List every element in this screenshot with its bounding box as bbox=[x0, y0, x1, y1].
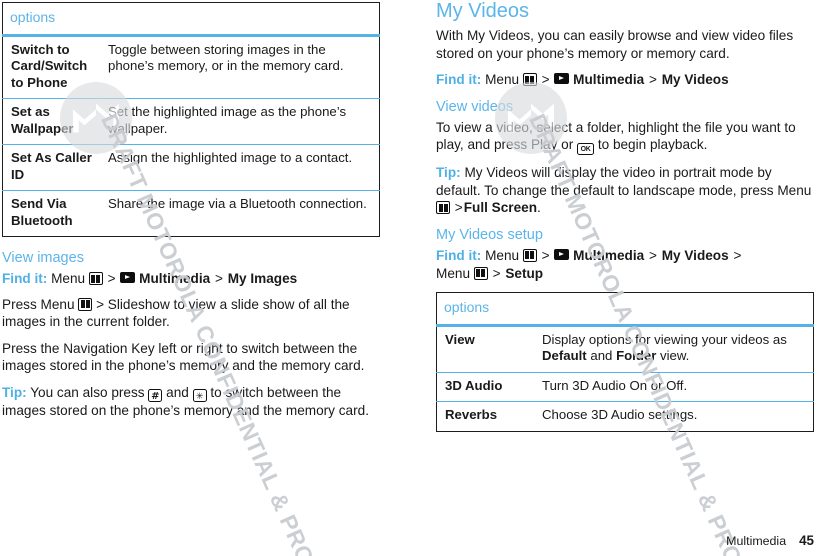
tip-label: Tip: bbox=[2, 384, 27, 400]
view-videos-paragraph: To view a video, select a folder, highli… bbox=[436, 119, 816, 156]
find-it-target: My Images bbox=[227, 271, 298, 286]
slideshow-paragraph: Press Menu > Slideshow to view a slide s… bbox=[2, 296, 382, 331]
find-it-label: Find it: bbox=[436, 247, 482, 263]
find-it-menu-word: Menu bbox=[485, 247, 520, 263]
breadcrumb-separator: > bbox=[454, 200, 463, 216]
find-it-target: My Videos bbox=[661, 72, 729, 88]
find-it-target: My Videos bbox=[661, 247, 729, 263]
option-desc-b: and bbox=[590, 348, 613, 364]
breadcrumb-separator: > bbox=[107, 271, 116, 286]
breadcrumb-separator: > bbox=[541, 72, 550, 88]
find-it-multimedia: Multimedia bbox=[573, 247, 645, 263]
tip-text-c: . bbox=[537, 200, 541, 216]
my-videos-options-table: options View Display options for viewing… bbox=[436, 292, 814, 432]
menu-key-icon bbox=[436, 201, 450, 215]
my-videos-setup-heading: My Videos setup bbox=[436, 226, 543, 243]
find-it-menu-word: Menu bbox=[485, 72, 520, 88]
option-description: Display options for viewing your videos … bbox=[539, 325, 814, 372]
find-it-my-videos-setup: Find it: Menu > Multimedia > My Videos >… bbox=[436, 247, 816, 282]
navigation-key-paragraph: Press the Navigation Key left or right t… bbox=[2, 340, 365, 374]
find-it-setup: Setup bbox=[505, 265, 544, 281]
find-it-label: Find it: bbox=[2, 271, 48, 286]
view-videos-heading: View videos bbox=[436, 98, 514, 115]
table-row: Reverbs Choose 3D Audio settings. bbox=[436, 401, 814, 432]
breadcrumb-separator: > bbox=[648, 247, 657, 263]
view-videos-tip: Tip: My Videos will display the video in… bbox=[436, 164, 816, 217]
table-header-row: options bbox=[2, 2, 380, 37]
footer-page-number: 45 bbox=[799, 533, 814, 548]
option-description: Toggle between storing images in the pho… bbox=[108, 41, 344, 74]
multimedia-play-icon bbox=[120, 272, 136, 283]
multimedia-play-icon bbox=[554, 248, 570, 260]
find-it-my-videos: Find it: Menu > Multimedia > My Videos bbox=[436, 71, 816, 89]
slideshow-text-a: Press Menu bbox=[2, 296, 75, 312]
breadcrumb-separator: > bbox=[492, 265, 501, 281]
find-it-multimedia: Multimedia bbox=[139, 271, 211, 286]
table-header-row: options bbox=[436, 292, 814, 327]
table-row: Switch to Card/Switch to Phone Toggle be… bbox=[3, 35, 380, 99]
breadcrumb-separator: > bbox=[541, 247, 550, 263]
breadcrumb-separator: > bbox=[733, 247, 742, 263]
menu-key-icon bbox=[78, 297, 93, 311]
view-images-heading: View images bbox=[2, 250, 84, 266]
ok-key-icon: OK bbox=[577, 142, 595, 156]
option-name: View bbox=[445, 331, 475, 347]
tip-label: Tip: bbox=[436, 165, 461, 181]
table-row: Set as Wallpaper Set the highlighted ima… bbox=[2, 98, 380, 145]
page-footer: Multimedia 45 bbox=[726, 533, 814, 548]
tip-text-b: and bbox=[166, 384, 189, 400]
option-description: Assign the highlighted image to a contac… bbox=[105, 144, 380, 191]
find-it-my-images: Find it: Menu > Multimedia > My Images bbox=[2, 270, 382, 288]
option-desc-bold-default: Default bbox=[542, 348, 587, 364]
find-it-label: Find it: bbox=[436, 72, 482, 88]
option-description: Choose 3D Audio settings. bbox=[539, 401, 814, 432]
find-it-menu-word: Menu bbox=[51, 271, 86, 286]
my-videos-heading: My Videos bbox=[436, 0, 530, 22]
left-column: options Switch to Card/Switch to Phone T… bbox=[2, 0, 382, 556]
menu-key-icon bbox=[522, 248, 537, 262]
tip-text-a: You can also press bbox=[30, 384, 145, 400]
hash-key-icon: # bbox=[148, 388, 163, 402]
breadcrumb-separator: > bbox=[214, 271, 223, 286]
table-row: Set As Caller ID Assign the highlighted … bbox=[2, 144, 380, 191]
option-desc-bold-folder: Folder bbox=[616, 348, 657, 364]
tip-text-a: My Videos will display the video in port… bbox=[436, 165, 812, 198]
view-videos-text-b: to begin playback. bbox=[597, 137, 708, 153]
menu-key-icon bbox=[473, 266, 488, 280]
table-header-label: options bbox=[10, 9, 56, 25]
my-videos-intro: With My Videos, you can easily browse an… bbox=[436, 28, 794, 61]
menu-key-icon bbox=[522, 73, 537, 87]
option-name: Reverbs bbox=[436, 401, 539, 432]
table-header-label: options bbox=[444, 299, 490, 316]
breadcrumb-separator: > bbox=[648, 72, 657, 88]
option-description: Turn 3D Audio On or Off. bbox=[539, 371, 814, 402]
tip-paragraph: Tip: You can also press # and ✳ to switc… bbox=[2, 384, 382, 420]
table-row: 3D Audio Turn 3D Audio On or Off. bbox=[436, 371, 814, 402]
my-images-options-table: options Switch to Card/Switch to Phone T… bbox=[2, 2, 380, 237]
tip-bold-full-screen: Full Screen bbox=[463, 200, 538, 216]
find-it-multimedia: Multimedia bbox=[573, 72, 645, 88]
option-name: Send Via Bluetooth bbox=[2, 190, 105, 237]
option-desc-c: view. bbox=[660, 348, 690, 364]
table-row: Send Via Bluetooth Share the image via a… bbox=[2, 190, 380, 237]
right-column: My Videos With My Videos, you can easily… bbox=[436, 0, 816, 556]
find-it-menu-word-2: Menu bbox=[436, 265, 471, 281]
option-name: Set As Caller ID bbox=[2, 144, 105, 191]
star-key-icon: ✳ bbox=[192, 389, 207, 403]
option-desc-a: Display options for viewing your videos … bbox=[542, 331, 787, 347]
option-description: Share the image via a Bluetooth connecti… bbox=[105, 190, 380, 237]
option-name: 3D Audio bbox=[436, 371, 539, 402]
footer-chapter: Multimedia bbox=[726, 534, 787, 548]
option-name: Set as Wallpaper bbox=[2, 98, 105, 145]
option-description: Set the highlighted image as the phone’s… bbox=[105, 98, 380, 145]
option-name: Switch to Card/Switch to Phone bbox=[11, 41, 88, 90]
menu-key-icon bbox=[88, 272, 103, 285]
multimedia-play-icon bbox=[554, 73, 570, 85]
table-row: View Display options for viewing your vi… bbox=[437, 325, 814, 372]
